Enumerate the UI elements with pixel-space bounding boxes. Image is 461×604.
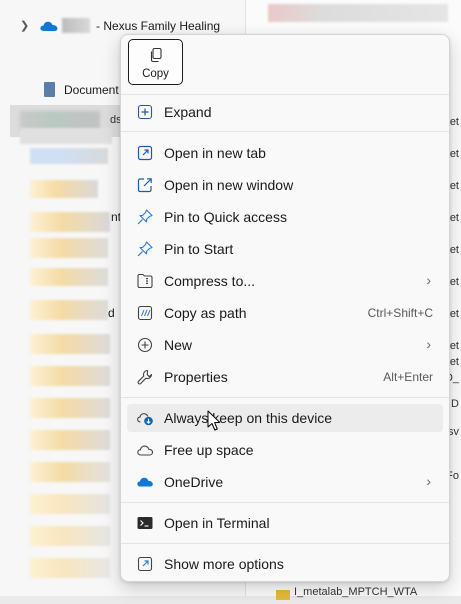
menu-item-label: New [164, 337, 193, 353]
zip-icon [137, 273, 153, 289]
redacted-row [30, 268, 108, 286]
wrench-icon [137, 369, 153, 385]
menu-item-label: Always keep on this device [164, 410, 333, 426]
row-fragment: et [449, 276, 459, 288]
menu-item-show-more[interactable]: Show more options [127, 550, 443, 578]
row-fragment: et [449, 212, 459, 224]
menu-separator [121, 502, 449, 503]
menu-item-shortcut: Ctrl+Shift+C [367, 306, 433, 320]
redacted-row [30, 494, 110, 514]
onedrive-icon [40, 21, 58, 31]
row-fragment: et [449, 340, 459, 352]
menu-item-always-keep[interactable]: Always keep on this device [127, 404, 443, 432]
menu-item-properties[interactable]: Properties Alt+Enter [127, 363, 443, 391]
menu-separator [121, 131, 449, 132]
redacted-row [30, 238, 108, 258]
redacted-text [62, 18, 90, 33]
menu-item-expand[interactable]: Expand [127, 98, 443, 126]
expand-icon [137, 104, 153, 120]
nav-item-label: Document [64, 83, 119, 97]
menu-item-open-new-tab[interactable]: Open in new tab [127, 139, 443, 167]
row-fragment: et [449, 244, 459, 256]
chevron-right-icon: › [426, 272, 431, 288]
chevron-right-icon: › [426, 336, 431, 352]
row-fragment: et [449, 116, 459, 128]
redacted-row [30, 334, 110, 354]
mouse-cursor-icon [207, 410, 221, 431]
onedrive-icon [137, 477, 153, 487]
menu-item-shortcut: Alt+Enter [383, 370, 433, 384]
add-icon [137, 337, 153, 353]
folder-icon [276, 590, 290, 600]
menu-separator [121, 543, 449, 544]
menu-item-pin-quick-access[interactable]: Pin to Quick access [127, 203, 443, 231]
document-icon [44, 82, 55, 97]
row-fragment: et [449, 180, 459, 192]
redacted-row [30, 300, 108, 320]
menu-item-label: OneDrive [164, 474, 224, 490]
more-options-icon [137, 556, 153, 572]
menu-item-copy-as-path[interactable]: Copy as path Ctrl+Shift+C [127, 299, 443, 327]
chevron-right-icon: › [426, 473, 431, 489]
menu-item-label: Copy as path [164, 305, 247, 321]
redacted-row [30, 462, 110, 482]
menu-item-label: Pin to Start [164, 241, 234, 257]
pin-icon [137, 241, 153, 257]
menu-item-open-new-window[interactable]: Open in new window [127, 171, 443, 199]
row-fragment: d [108, 306, 115, 320]
row-fragment: I_metalab_MPTCH_WTA [294, 586, 418, 598]
row-fragment: et [449, 356, 459, 368]
redacted-row [20, 128, 112, 144]
menu-item-open-terminal[interactable]: Open in Terminal [127, 509, 443, 537]
menu-separator [121, 397, 449, 398]
redacted-row [30, 148, 108, 164]
cloud-download-icon [137, 413, 153, 426]
context-menu: Copy Expand Open in new tab Open in new … [120, 34, 450, 582]
menu-item-label: Open in new tab [164, 145, 266, 161]
copy-path-icon [137, 305, 153, 321]
redacted-row [30, 558, 110, 578]
new-window-icon [137, 178, 152, 193]
menu-item-label: Free up space [164, 442, 254, 458]
menu-item-onedrive[interactable]: OneDrive › [127, 468, 443, 496]
pin-icon [137, 209, 153, 225]
menu-item-label: Open in Terminal [164, 515, 270, 531]
redacted-header [268, 4, 448, 22]
redacted-row [30, 398, 110, 418]
menu-item-label: Properties [164, 369, 228, 385]
new-tab-icon [137, 145, 153, 161]
copy-button[interactable]: Copy [128, 39, 183, 85]
menu-item-compress[interactable]: Compress to... › [127, 267, 443, 295]
row-fragment: et [449, 148, 459, 160]
menu-item-pin-start[interactable]: Pin to Start [127, 235, 443, 263]
menu-separator [121, 94, 449, 95]
row-fragment: et [449, 308, 459, 320]
menu-item-label: Open in new window [164, 177, 294, 193]
menu-item-label: Show more options [164, 556, 284, 572]
menu-item-free-up-space[interactable]: Free up space [127, 436, 443, 464]
menu-item-label: Expand [164, 104, 212, 120]
menu-item-label: Compress to... [164, 273, 256, 289]
redacted-row [30, 526, 110, 546]
cloud-outline-icon [137, 445, 154, 456]
terminal-icon [137, 517, 153, 529]
copy-label: Copy [142, 68, 169, 80]
redacted-row [30, 430, 110, 450]
menu-item-new[interactable]: New › [127, 331, 443, 359]
copy-icon [150, 47, 162, 63]
redacted-row [30, 180, 98, 198]
menu-item-label: Pin to Quick access [164, 209, 287, 225]
row-fragment: D [451, 398, 459, 410]
redacted-row [30, 366, 110, 386]
redacted-row [30, 212, 110, 232]
nav-item-label: - Nexus Family Healing [96, 19, 221, 33]
chevron-right-icon[interactable]: ❯ [20, 19, 29, 32]
